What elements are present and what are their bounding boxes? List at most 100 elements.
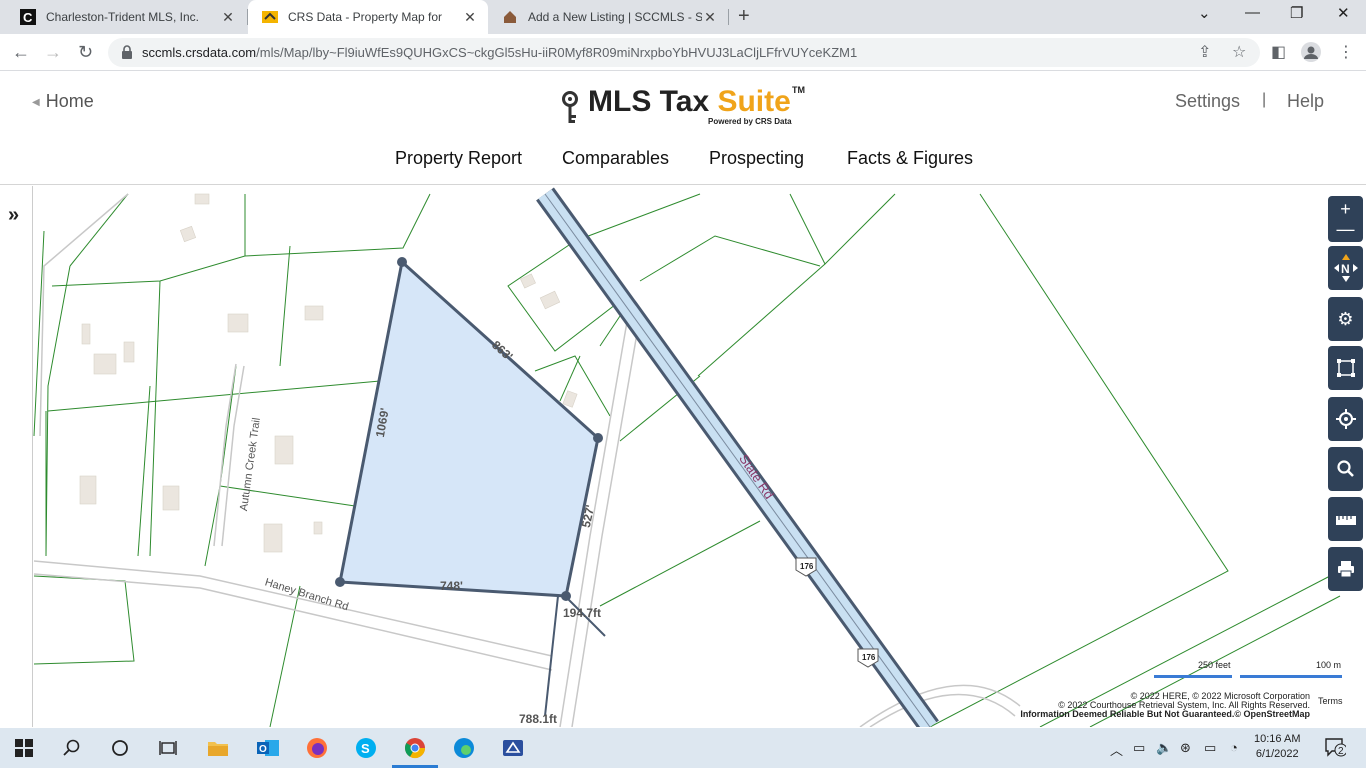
locate-icon[interactable]	[1328, 397, 1363, 441]
wifi-icon[interactable]: ◔	[1230, 740, 1238, 755]
meet-now-icon[interactable]: ▭	[1133, 740, 1145, 756]
notifications-icon[interactable]: 2	[1324, 737, 1348, 760]
nav-prospecting[interactable]: Prospecting	[709, 148, 804, 169]
task-view-icon[interactable]	[156, 736, 180, 760]
windows-start-icon[interactable]	[12, 736, 36, 760]
tab-separator	[247, 9, 248, 25]
route-shield-label: 176	[800, 562, 814, 571]
nav-facts-figures[interactable]: Facts & Figures	[847, 148, 973, 169]
lock-icon	[120, 44, 134, 60]
svg-text:S: S	[361, 741, 370, 756]
app-header: ◀ Home MLS Tax Suite TM Powered by CRS Da…	[0, 71, 1366, 185]
restore-icon[interactable]: ❐	[1290, 4, 1303, 22]
address-bar[interactable]: sccmls.crsdata.com/mls/Map/lby~Fl9iuWfEs…	[108, 38, 1260, 67]
zoom-out-icon[interactable]: —	[1337, 219, 1355, 239]
skype-icon[interactable]: S	[354, 736, 378, 760]
cortana-icon[interactable]	[108, 736, 132, 760]
scale-bar-feet	[1154, 675, 1232, 678]
chrome-icon[interactable]	[403, 736, 427, 760]
nav-comparables[interactable]: Comparables	[562, 148, 669, 169]
tab-search-icon[interactable]: ⌄	[1198, 4, 1211, 22]
system-clock[interactable]: 10:16 AM 6/1/2022	[1254, 732, 1300, 762]
edge-icon[interactable]	[452, 736, 476, 760]
compass-icon[interactable]: N	[1328, 246, 1363, 290]
taskbar-search-icon[interactable]	[60, 736, 84, 760]
url-host: sccmls.crsdata.com	[142, 45, 257, 60]
new-tab-icon[interactable]: +	[738, 5, 750, 28]
map-settings-icon[interactable]: ⚙	[1328, 297, 1363, 341]
browser-tab-crs[interactable]: CRS Data - Property Map for ✕	[248, 0, 488, 34]
key-icon	[560, 91, 582, 130]
road-label-autumn-creek: Autumn Creek Trail	[238, 417, 263, 512]
close-tab-icon[interactable]: ✕	[462, 9, 478, 26]
browser-tab-mls[interactable]: C Charleston-Trident MLS, Inc. ✕	[6, 0, 246, 34]
logo-wordmark: MLS Tax Suite	[588, 85, 791, 119]
logo-trademark: TM	[792, 85, 805, 95]
zoom-control[interactable]: + —	[1328, 196, 1363, 242]
forward-icon[interactable]: →	[44, 42, 62, 63]
profile-avatar-icon[interactable]	[1301, 42, 1321, 67]
firefox-icon[interactable]	[305, 736, 329, 760]
search-icon[interactable]	[1328, 447, 1363, 491]
header-divider: |	[1262, 91, 1267, 108]
help-link[interactable]: Help	[1287, 91, 1324, 112]
terms-link[interactable]: Terms	[1318, 696, 1343, 706]
crs-data-icon	[262, 9, 278, 25]
battery-icon[interactable]: ▭	[1204, 740, 1216, 756]
volume-icon[interactable]: 🔈	[1156, 740, 1172, 756]
property-map[interactable]: 863' 1069' 527' 748' 194.7ft 788.1ft Sta…	[0, 186, 1366, 727]
bookmark-star-icon[interactable]: ☆	[1232, 42, 1246, 62]
reload-icon[interactable]: ↻	[78, 42, 93, 63]
house-icon	[502, 9, 518, 25]
scale-meters-label: 100 m	[1316, 660, 1342, 670]
map-canvas[interactable]: 863' 1069' 527' 748' 194.7ft 788.1ft Sta…	[0, 186, 1366, 727]
dimension-label-bottom: 748'	[440, 579, 463, 593]
show-hidden-icons[interactable]: ︿	[1110, 740, 1123, 759]
logo-tagline: Powered by CRS Data	[708, 117, 792, 126]
minimize-icon[interactable]: —	[1245, 4, 1260, 21]
vpn-app-icon[interactable]	[501, 736, 525, 760]
caret-left-icon: ◀	[32, 96, 40, 108]
measure-ruler-icon[interactable]	[1328, 497, 1363, 541]
scale-bar-meters	[1240, 675, 1342, 678]
letter-c-icon: C	[20, 9, 36, 25]
close-tab-icon[interactable]: ✕	[702, 9, 718, 26]
compass-letter: N	[1341, 262, 1350, 276]
tab-title: Charleston-Trident MLS, Inc.	[46, 10, 199, 24]
network-status-icon[interactable]: ⊛	[1180, 740, 1191, 756]
outlook-icon[interactable]: O	[256, 736, 280, 760]
settings-link[interactable]: Settings	[1175, 91, 1240, 112]
svg-text:C: C	[23, 10, 33, 25]
clock-date: 6/1/2022	[1255, 748, 1299, 760]
expand-panel-icon[interactable]: »	[8, 204, 19, 227]
tab-title: CRS Data - Property Map for	[288, 10, 443, 24]
side-panel-icon[interactable]: ◧	[1271, 42, 1286, 62]
share-icon[interactable]: ⇪	[1198, 42, 1211, 62]
tab-title: Add a New Listing | SCCMLS - Sc	[528, 10, 702, 24]
attribution-disclaimer: Information Deemed Reliable But Not Guar…	[1020, 709, 1310, 719]
url-path: /mls/Map/lby~Fl9iuWfEs9QUHGxCS~ckgGl5sHu…	[256, 45, 858, 60]
mls-tax-suite-logo[interactable]: MLS Tax Suite TM Powered by CRS Data	[560, 85, 820, 130]
logo-accent: Suite	[717, 85, 791, 118]
print-icon[interactable]	[1328, 547, 1363, 591]
zoom-in-icon[interactable]: +	[1340, 199, 1351, 219]
close-window-icon[interactable]: ✕	[1337, 4, 1350, 22]
home-link[interactable]: ◀ Home	[32, 91, 94, 112]
measure-label-long: 788.1ft	[519, 712, 557, 726]
url-text: sccmls.crsdata.com/mls/Map/lby~Fl9iuWfEs…	[142, 45, 857, 60]
browser-menu-icon[interactable]: ⋮	[1338, 42, 1354, 62]
clock-time: 10:16 AM	[1254, 733, 1301, 745]
file-explorer-icon[interactable]	[206, 736, 230, 760]
windows-taskbar: O S ︿ ▭ 🔈 ⊛ ▭ ◔ 10:16 AM 6/1/2022 2	[0, 728, 1366, 768]
close-tab-icon[interactable]: ✕	[220, 9, 236, 26]
measure-label-short: 194.7ft	[563, 606, 601, 620]
browser-tab-sccmls[interactable]: Add a New Listing | SCCMLS - Sc ✕	[488, 0, 728, 34]
svg-text:O: O	[259, 744, 267, 755]
logo-main: MLS Tax	[588, 85, 718, 118]
select-area-icon[interactable]	[1328, 346, 1363, 390]
nav-property-report[interactable]: Property Report	[395, 148, 522, 169]
scale-feet-label: 250 feet	[1198, 660, 1231, 670]
back-icon[interactable]: ←	[12, 42, 30, 63]
route-shield-label: 176	[862, 653, 876, 662]
browser-toolbar: ← → ↻ sccmls.crsdata.com/mls/Map/lby~Fl9…	[0, 34, 1366, 71]
